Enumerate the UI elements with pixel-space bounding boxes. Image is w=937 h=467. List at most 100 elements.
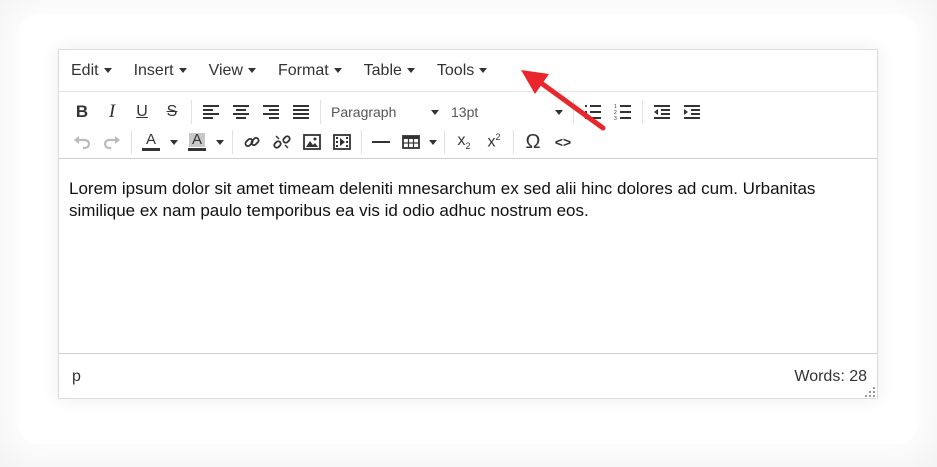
indent-button[interactable] <box>677 98 707 126</box>
toolbar-divider <box>513 130 514 154</box>
special-character-button[interactable]: Ω <box>518 128 548 156</box>
bullet-list-icon <box>585 105 601 119</box>
insert-image-button[interactable] <box>297 128 327 156</box>
font-size-value: 13pt <box>451 104 479 120</box>
text-color-bar <box>142 148 160 151</box>
italic-button[interactable]: I <box>97 98 127 126</box>
chevron-down-icon <box>431 109 439 115</box>
link-icon <box>244 137 260 147</box>
toolbar-row-1: B I U S Paragraph 13pt 123 <box>67 97 707 127</box>
toolbar-divider <box>191 100 192 124</box>
toolbar-row-2: A A x2 x2 Ω <> <box>67 127 578 157</box>
align-center-button[interactable] <box>226 98 256 126</box>
superscript-button[interactable]: x2 <box>479 128 509 156</box>
insert-link-button[interactable] <box>237 128 267 156</box>
menu-tools-label: Tools <box>436 61 475 79</box>
toolbar-divider <box>642 100 643 124</box>
menu-table[interactable]: Table <box>364 62 415 80</box>
align-center-icon <box>233 105 249 119</box>
source-code-button[interactable]: <> <box>548 128 578 156</box>
align-justify-button[interactable] <box>286 98 316 126</box>
undo-button[interactable] <box>67 128 97 156</box>
strikethrough-button[interactable]: S <box>157 98 187 126</box>
chevron-down-icon <box>103 68 112 73</box>
text-color-button[interactable]: A <box>136 128 166 156</box>
underline-button[interactable]: U <box>127 98 157 126</box>
toolbar-divider <box>444 130 445 154</box>
underline-icon: U <box>136 103 148 120</box>
bold-icon: B <box>75 102 89 121</box>
redo-button[interactable] <box>97 128 127 156</box>
bullet-list-button[interactable] <box>578 98 608 126</box>
menu-edit-label: Edit <box>71 61 99 79</box>
background-color-icon: A <box>188 132 205 147</box>
text-color-dropdown[interactable] <box>166 128 182 156</box>
chevron-down-icon <box>429 139 437 145</box>
text-color-icon: A <box>145 131 156 148</box>
align-right-icon <box>263 105 279 119</box>
statusbar: p Words: 28 <box>59 353 877 399</box>
menu-table-label: Table <box>363 61 402 79</box>
align-justify-icon <box>293 105 309 119</box>
numbered-list-button[interactable]: 123 <box>608 98 638 126</box>
superscript-index: 2 <box>495 132 501 143</box>
align-left-button[interactable] <box>196 98 226 126</box>
align-right-button[interactable] <box>256 98 286 126</box>
align-left-icon <box>203 105 219 119</box>
menu-insert-label: Insert <box>133 61 174 79</box>
italic-icon: I <box>108 101 116 122</box>
table-dropdown[interactable] <box>426 128 440 156</box>
numbered-list-icon: 123 <box>614 104 631 121</box>
subscript-icon: x2 <box>457 132 470 151</box>
chevron-down-icon <box>170 139 178 145</box>
undo-icon <box>74 136 91 150</box>
toolbar-divider <box>232 130 233 154</box>
outdent-icon <box>654 105 670 119</box>
menu-edit[interactable]: Edit <box>71 62 112 80</box>
menu-format-label: Format <box>277 61 329 79</box>
omega-icon: Ω <box>525 130 541 153</box>
background-color-bar <box>188 148 206 151</box>
table-button[interactable] <box>396 128 426 156</box>
element-path[interactable]: p <box>72 368 81 386</box>
strikethrough-icon: S <box>166 103 178 120</box>
superscript-icon: x2 <box>487 132 500 151</box>
outdent-button[interactable] <box>647 98 677 126</box>
image-icon <box>303 134 321 150</box>
block-format-select[interactable]: Paragraph <box>325 98 445 126</box>
redo-icon <box>103 136 120 150</box>
code-icon: <> <box>554 134 572 150</box>
menu-insert[interactable]: Insert <box>134 62 187 80</box>
unlink-icon <box>273 135 291 149</box>
menu-view-label: View <box>208 61 243 79</box>
background-color-dropdown[interactable] <box>212 128 228 156</box>
insert-media-button[interactable] <box>327 128 357 156</box>
menubar: Edit Insert View Format Table Tools <box>59 50 877 92</box>
svg-text:3: 3 <box>614 116 617 121</box>
subscript-index: 2 <box>465 141 471 152</box>
menu-format[interactable]: Format <box>278 62 342 80</box>
background-color-button[interactable]: A <box>182 128 212 156</box>
indent-icon <box>684 105 700 119</box>
chevron-down-icon <box>406 68 415 73</box>
rich-text-editor: Edit Insert View Format Table Tools B I … <box>58 49 878 399</box>
menu-tools[interactable]: Tools <box>436 61 488 80</box>
toolbar-divider <box>131 130 132 154</box>
subscript-button[interactable]: x2 <box>449 128 479 156</box>
menu-view[interactable]: View <box>209 62 256 80</box>
chevron-down-icon <box>333 68 342 73</box>
editor-content[interactable]: Lorem ipsum dolor sit amet timeam deleni… <box>59 160 877 352</box>
toolbar-divider <box>573 100 574 124</box>
bold-button[interactable]: B <box>67 98 97 126</box>
horizontal-rule-button[interactable] <box>366 128 396 156</box>
chevron-down-icon <box>178 68 187 73</box>
table-icon <box>402 135 420 149</box>
font-size-select[interactable]: 13pt <box>445 98 569 126</box>
content-paragraph[interactable]: Lorem ipsum dolor sit amet timeam deleni… <box>69 178 867 222</box>
chevron-down-icon <box>216 139 224 145</box>
chevron-down-icon <box>479 68 488 73</box>
resize-handle-icon[interactable] <box>865 387 875 397</box>
unlink-button[interactable] <box>267 128 297 156</box>
toolbar-divider <box>320 100 321 124</box>
horizontal-rule-icon <box>372 141 390 143</box>
